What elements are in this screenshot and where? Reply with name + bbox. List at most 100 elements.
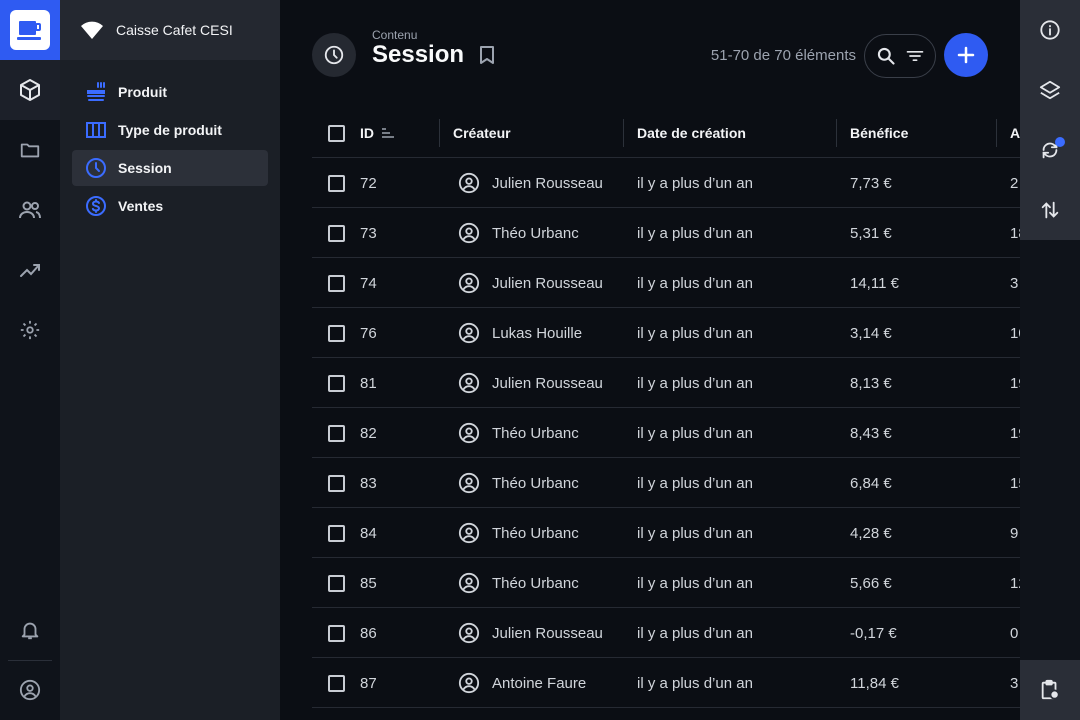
rail-files-button[interactable] [0, 120, 60, 180]
cell-id: 73 [360, 224, 377, 242]
table-row[interactable]: 85 Théo Urbanc il y a plus d’un an 5,66 € 12 [312, 558, 1020, 608]
creator-name: Théo Urbanc [492, 524, 579, 542]
table-row[interactable]: 73 Théo Urbanc il y a plus d’un an 5,31 € 18 [312, 208, 1020, 258]
nav-item-session[interactable]: Session [72, 150, 268, 186]
row-checkbox[interactable] [328, 274, 345, 292]
cell-date: il y a plus d’un an [637, 674, 753, 692]
table-body: 72 Julien Rousseau il y a plus d’un an 7,73… [312, 158, 1020, 708]
nav-item-type-de-produit[interactable]: Type de produit [72, 112, 268, 148]
settings-icon [20, 320, 40, 340]
cell-date: il y a plus d’un an [637, 424, 753, 442]
cell-extra: 0 [1010, 624, 1019, 642]
cell-date: il y a plus d’un an [637, 274, 753, 292]
cell-extra: 15 [1010, 474, 1020, 492]
column-divider[interactable] [623, 119, 624, 147]
row-select-cell [328, 508, 345, 558]
cell-creator: Julien Rousseau [458, 358, 603, 408]
nav-item-label: Produit [118, 84, 167, 100]
column-header-creator[interactable]: Créateur [453, 108, 511, 158]
cell-id: 76 [360, 324, 377, 342]
cell-benefit: 4,28 € [850, 524, 892, 542]
collection-icon-button[interactable] [312, 33, 356, 77]
cell-id: 82 [360, 424, 377, 442]
cell-date: il y a plus d’un an [637, 224, 753, 242]
row-checkbox[interactable] [328, 524, 345, 542]
nav-item-produit[interactable]: Produit [72, 74, 268, 110]
table-row[interactable]: 74 Julien Rousseau il y a plus d’un an 14,1… [312, 258, 1020, 308]
row-checkbox[interactable] [328, 424, 345, 442]
row-checkbox[interactable] [328, 224, 345, 242]
cell-date: il y a plus d’un an [637, 374, 753, 392]
rail-notifications-button[interactable] [0, 600, 60, 660]
column-divider[interactable] [996, 119, 997, 147]
cell-id: 84 [360, 524, 377, 542]
row-checkbox[interactable] [328, 374, 345, 392]
select-all-checkbox[interactable] [328, 124, 345, 142]
column-header-id[interactable]: ID [360, 108, 396, 158]
column-header-extra[interactable]: A [1010, 108, 1020, 158]
column-label: Créateur [453, 125, 511, 141]
clipboard-button[interactable] [1020, 660, 1080, 720]
revisions-button[interactable] [1020, 120, 1080, 180]
dollar-icon [86, 196, 106, 216]
rail-users-button[interactable] [0, 180, 60, 240]
table-row[interactable]: 83 Théo Urbanc il y a plus d’un an 6,84 € 15 [312, 458, 1020, 508]
rail-content-button[interactable] [0, 60, 60, 120]
table-row[interactable]: 82 Théo Urbanc il y a plus d’un an 8,43 € 19 [312, 408, 1020, 458]
table-row[interactable]: 87 Antoine Faure il y a plus d’un an 11,84 … [312, 658, 1020, 708]
row-select-cell [328, 158, 345, 208]
column-header-date[interactable]: Date de création [637, 108, 746, 158]
table-row[interactable]: 84 Théo Urbanc il y a plus d’un an 4,28 € 9 [312, 508, 1020, 558]
info-icon [1040, 20, 1060, 40]
creator-name: Julien Rousseau [492, 274, 603, 292]
column-divider[interactable] [836, 119, 837, 147]
row-checkbox[interactable] [328, 474, 345, 492]
column-label: Date de création [637, 125, 746, 141]
sort-direction-button[interactable] [1020, 180, 1080, 240]
cell-extra: 18 [1010, 224, 1020, 242]
rail-settings-button[interactable] [0, 300, 60, 360]
layers-button[interactable] [1020, 60, 1080, 120]
rail-insights-button[interactable] [0, 240, 60, 300]
row-checkbox[interactable] [328, 174, 345, 192]
cell-extra: 19 [1010, 374, 1020, 392]
breadcrumb[interactable]: Contenu [372, 28, 417, 42]
filter-button[interactable] [905, 46, 925, 66]
row-checkbox[interactable] [328, 324, 345, 342]
table-row[interactable]: 72 Julien Rousseau il y a plus d’un an 7,73… [312, 158, 1020, 208]
user-avatar-icon [458, 672, 480, 694]
row-checkbox[interactable] [328, 624, 345, 642]
search-button[interactable] [876, 46, 896, 66]
cell-benefit: -0,17 € [850, 624, 897, 642]
table-row[interactable]: 81 Julien Rousseau il y a plus d’un an 8,13… [312, 358, 1020, 408]
nav-item-ventes[interactable]: Ventes [72, 188, 268, 224]
bookmark-button[interactable] [478, 45, 496, 70]
cell-id: 86 [360, 624, 377, 642]
bookmark-icon [480, 46, 494, 64]
select-all-cell [328, 108, 345, 158]
information-button[interactable] [1020, 0, 1080, 60]
user-avatar-icon [458, 172, 480, 194]
cell-date: il y a plus d’un an [637, 524, 753, 542]
nav-item-label: Type de produit [118, 122, 222, 138]
table-row[interactable]: 76 Lukas Houille il y a plus d’un an 3,14 €… [312, 308, 1020, 358]
create-item-button[interactable] [944, 33, 988, 77]
columns-icon [86, 122, 106, 138]
creator-name: Julien Rousseau [492, 624, 603, 642]
row-checkbox[interactable] [328, 574, 345, 592]
column-header-benefit[interactable]: Bénéfice [850, 108, 908, 158]
creator-name: Antoine Faure [492, 674, 587, 692]
app-logo[interactable] [0, 0, 60, 60]
filter-icon [906, 51, 923, 62]
row-checkbox[interactable] [328, 674, 345, 692]
row-select-cell [328, 208, 345, 258]
project-header[interactable]: Caisse Cafet CESI [60, 0, 280, 60]
table-row[interactable]: 86 Julien Rousseau il y a plus d’un an -0,1… [312, 608, 1020, 658]
rail-account-button[interactable] [0, 660, 60, 720]
trending-icon [20, 264, 40, 277]
users-icon [19, 201, 41, 219]
column-label: Bénéfice [850, 125, 909, 141]
column-divider[interactable] [439, 119, 440, 147]
cell-benefit: 3,14 € [850, 324, 892, 342]
coffee-cup-icon [10, 10, 50, 50]
